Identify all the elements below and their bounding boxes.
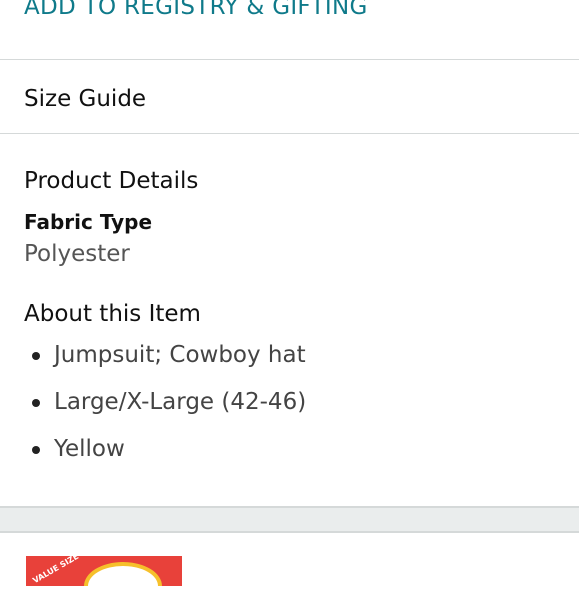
- divider: [0, 133, 579, 134]
- list-item: Yellow: [24, 434, 306, 481]
- divider: [0, 59, 579, 60]
- product-thumbnail[interactable]: VALUE SIZE: [26, 556, 182, 586]
- list-item: Jumpsuit; Cowboy hat: [24, 340, 306, 387]
- value-size-badge: VALUE SIZE: [31, 556, 81, 586]
- burst-graphic: [84, 562, 162, 586]
- section-separator: [0, 507, 579, 532]
- fabric-type-value: Polyester: [24, 241, 130, 267]
- add-to-registry-link[interactable]: ADD TO REGISTRY & GIFTING: [24, 0, 368, 20]
- size-guide-link[interactable]: Size Guide: [24, 86, 146, 112]
- fabric-type-label: Fabric Type: [24, 210, 153, 234]
- product-details-heading: Product Details: [24, 168, 199, 194]
- about-item-list: Jumpsuit; Cowboy hat Large/X-Large (42-4…: [24, 340, 306, 481]
- list-item: Large/X-Large (42-46): [24, 387, 306, 434]
- about-item-heading: About this Item: [24, 301, 201, 327]
